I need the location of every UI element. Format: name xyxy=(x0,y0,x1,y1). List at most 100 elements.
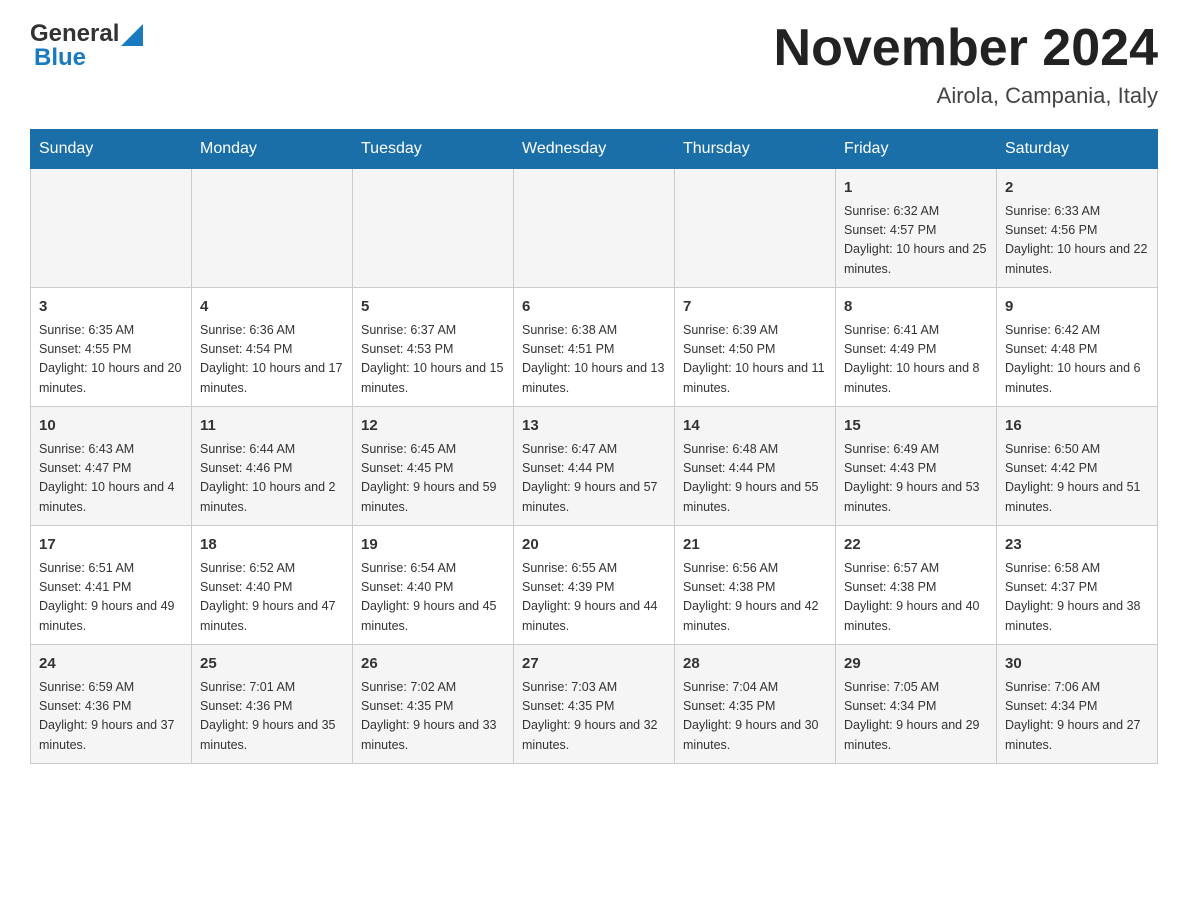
month-title: November 2024 xyxy=(774,20,1158,77)
calendar-cell: 20Sunrise: 6:55 AM Sunset: 4:39 PM Dayli… xyxy=(514,526,675,645)
day-number: 13 xyxy=(522,415,666,438)
weekday-header-friday: Friday xyxy=(836,130,997,169)
calendar-cell: 17Sunrise: 6:51 AM Sunset: 4:41 PM Dayli… xyxy=(31,526,192,645)
day-number: 12 xyxy=(361,415,505,438)
day-number: 23 xyxy=(1005,534,1149,557)
day-number: 1 xyxy=(844,177,988,200)
calendar-cell: 16Sunrise: 6:50 AM Sunset: 4:42 PM Dayli… xyxy=(997,407,1158,526)
calendar-cell: 30Sunrise: 7:06 AM Sunset: 4:34 PM Dayli… xyxy=(997,645,1158,764)
calendar-cell: 4Sunrise: 6:36 AM Sunset: 4:54 PM Daylig… xyxy=(192,288,353,407)
calendar-table: SundayMondayTuesdayWednesdayThursdayFrid… xyxy=(30,129,1158,764)
day-info: Sunrise: 6:50 AM Sunset: 4:42 PM Dayligh… xyxy=(1005,440,1149,518)
day-number: 2 xyxy=(1005,177,1149,200)
day-number: 14 xyxy=(683,415,827,438)
calendar-cell: 5Sunrise: 6:37 AM Sunset: 4:53 PM Daylig… xyxy=(353,288,514,407)
calendar-cell: 25Sunrise: 7:01 AM Sunset: 4:36 PM Dayli… xyxy=(192,645,353,764)
calendar-cell xyxy=(192,169,353,288)
page-header: General Blue November 2024 Airola, Campa… xyxy=(30,20,1158,109)
day-info: Sunrise: 6:52 AM Sunset: 4:40 PM Dayligh… xyxy=(200,559,344,637)
day-number: 11 xyxy=(200,415,344,438)
weekday-header-sunday: Sunday xyxy=(31,130,192,169)
day-info: Sunrise: 6:45 AM Sunset: 4:45 PM Dayligh… xyxy=(361,440,505,518)
calendar-cell: 29Sunrise: 7:05 AM Sunset: 4:34 PM Dayli… xyxy=(836,645,997,764)
day-number: 30 xyxy=(1005,653,1149,676)
title-section: November 2024 Airola, Campania, Italy xyxy=(774,20,1158,109)
calendar-cell xyxy=(675,169,836,288)
calendar-cell: 11Sunrise: 6:44 AM Sunset: 4:46 PM Dayli… xyxy=(192,407,353,526)
day-info: Sunrise: 7:04 AM Sunset: 4:35 PM Dayligh… xyxy=(683,678,827,756)
calendar-cell: 23Sunrise: 6:58 AM Sunset: 4:37 PM Dayli… xyxy=(997,526,1158,645)
day-number: 18 xyxy=(200,534,344,557)
calendar-cell: 3Sunrise: 6:35 AM Sunset: 4:55 PM Daylig… xyxy=(31,288,192,407)
day-info: Sunrise: 6:57 AM Sunset: 4:38 PM Dayligh… xyxy=(844,559,988,637)
day-number: 15 xyxy=(844,415,988,438)
day-number: 22 xyxy=(844,534,988,557)
calendar-cell: 10Sunrise: 6:43 AM Sunset: 4:47 PM Dayli… xyxy=(31,407,192,526)
day-info: Sunrise: 7:01 AM Sunset: 4:36 PM Dayligh… xyxy=(200,678,344,756)
day-info: Sunrise: 6:47 AM Sunset: 4:44 PM Dayligh… xyxy=(522,440,666,518)
day-info: Sunrise: 6:48 AM Sunset: 4:44 PM Dayligh… xyxy=(683,440,827,518)
day-number: 16 xyxy=(1005,415,1149,438)
calendar-cell: 1Sunrise: 6:32 AM Sunset: 4:57 PM Daylig… xyxy=(836,169,997,288)
day-info: Sunrise: 6:39 AM Sunset: 4:50 PM Dayligh… xyxy=(683,321,827,399)
day-info: Sunrise: 6:43 AM Sunset: 4:47 PM Dayligh… xyxy=(39,440,183,518)
calendar-cell: 6Sunrise: 6:38 AM Sunset: 4:51 PM Daylig… xyxy=(514,288,675,407)
weekday-header-tuesday: Tuesday xyxy=(353,130,514,169)
day-info: Sunrise: 6:37 AM Sunset: 4:53 PM Dayligh… xyxy=(361,321,505,399)
calendar-header-row: SundayMondayTuesdayWednesdayThursdayFrid… xyxy=(31,130,1158,169)
calendar-cell: 26Sunrise: 7:02 AM Sunset: 4:35 PM Dayli… xyxy=(353,645,514,764)
calendar-cell: 19Sunrise: 6:54 AM Sunset: 4:40 PM Dayli… xyxy=(353,526,514,645)
day-info: Sunrise: 6:41 AM Sunset: 4:49 PM Dayligh… xyxy=(844,321,988,399)
day-info: Sunrise: 6:42 AM Sunset: 4:48 PM Dayligh… xyxy=(1005,321,1149,399)
day-info: Sunrise: 7:05 AM Sunset: 4:34 PM Dayligh… xyxy=(844,678,988,756)
calendar-cell: 14Sunrise: 6:48 AM Sunset: 4:44 PM Dayli… xyxy=(675,407,836,526)
calendar-cell: 24Sunrise: 6:59 AM Sunset: 4:36 PM Dayli… xyxy=(31,645,192,764)
calendar-cell: 2Sunrise: 6:33 AM Sunset: 4:56 PM Daylig… xyxy=(997,169,1158,288)
logo-triangle-icon xyxy=(121,24,143,46)
day-info: Sunrise: 6:33 AM Sunset: 4:56 PM Dayligh… xyxy=(1005,202,1149,280)
weekday-header-monday: Monday xyxy=(192,130,353,169)
day-info: Sunrise: 7:03 AM Sunset: 4:35 PM Dayligh… xyxy=(522,678,666,756)
day-number: 3 xyxy=(39,296,183,319)
calendar-cell: 27Sunrise: 7:03 AM Sunset: 4:35 PM Dayli… xyxy=(514,645,675,764)
day-info: Sunrise: 6:36 AM Sunset: 4:54 PM Dayligh… xyxy=(200,321,344,399)
day-number: 29 xyxy=(844,653,988,676)
day-info: Sunrise: 6:44 AM Sunset: 4:46 PM Dayligh… xyxy=(200,440,344,518)
calendar-cell: 21Sunrise: 6:56 AM Sunset: 4:38 PM Dayli… xyxy=(675,526,836,645)
day-info: Sunrise: 6:59 AM Sunset: 4:36 PM Dayligh… xyxy=(39,678,183,756)
day-number: 24 xyxy=(39,653,183,676)
calendar-cell: 7Sunrise: 6:39 AM Sunset: 4:50 PM Daylig… xyxy=(675,288,836,407)
day-info: Sunrise: 6:58 AM Sunset: 4:37 PM Dayligh… xyxy=(1005,559,1149,637)
day-number: 4 xyxy=(200,296,344,319)
calendar-cell: 15Sunrise: 6:49 AM Sunset: 4:43 PM Dayli… xyxy=(836,407,997,526)
day-number: 26 xyxy=(361,653,505,676)
calendar-cell: 22Sunrise: 6:57 AM Sunset: 4:38 PM Dayli… xyxy=(836,526,997,645)
calendar-cell: 12Sunrise: 6:45 AM Sunset: 4:45 PM Dayli… xyxy=(353,407,514,526)
weekday-header-thursday: Thursday xyxy=(675,130,836,169)
day-info: Sunrise: 6:35 AM Sunset: 4:55 PM Dayligh… xyxy=(39,321,183,399)
calendar-cell xyxy=(353,169,514,288)
day-info: Sunrise: 6:49 AM Sunset: 4:43 PM Dayligh… xyxy=(844,440,988,518)
day-number: 28 xyxy=(683,653,827,676)
weekday-header-wednesday: Wednesday xyxy=(514,130,675,169)
calendar-cell xyxy=(514,169,675,288)
day-number: 27 xyxy=(522,653,666,676)
calendar-cell: 28Sunrise: 7:04 AM Sunset: 4:35 PM Dayli… xyxy=(675,645,836,764)
day-info: Sunrise: 7:06 AM Sunset: 4:34 PM Dayligh… xyxy=(1005,678,1149,756)
day-number: 5 xyxy=(361,296,505,319)
calendar-cell: 9Sunrise: 6:42 AM Sunset: 4:48 PM Daylig… xyxy=(997,288,1158,407)
calendar-cell xyxy=(31,169,192,288)
calendar-cell: 18Sunrise: 6:52 AM Sunset: 4:40 PM Dayli… xyxy=(192,526,353,645)
day-number: 25 xyxy=(200,653,344,676)
logo: General Blue xyxy=(30,20,143,72)
calendar-cell: 8Sunrise: 6:41 AM Sunset: 4:49 PM Daylig… xyxy=(836,288,997,407)
calendar-cell: 13Sunrise: 6:47 AM Sunset: 4:44 PM Dayli… xyxy=(514,407,675,526)
calendar-week-row: 3Sunrise: 6:35 AM Sunset: 4:55 PM Daylig… xyxy=(31,288,1158,407)
weekday-header-saturday: Saturday xyxy=(997,130,1158,169)
day-info: Sunrise: 6:38 AM Sunset: 4:51 PM Dayligh… xyxy=(522,321,666,399)
logo-blue-text: Blue xyxy=(34,44,86,71)
day-info: Sunrise: 6:55 AM Sunset: 4:39 PM Dayligh… xyxy=(522,559,666,637)
calendar-week-row: 17Sunrise: 6:51 AM Sunset: 4:41 PM Dayli… xyxy=(31,526,1158,645)
day-number: 9 xyxy=(1005,296,1149,319)
day-info: Sunrise: 6:32 AM Sunset: 4:57 PM Dayligh… xyxy=(844,202,988,280)
